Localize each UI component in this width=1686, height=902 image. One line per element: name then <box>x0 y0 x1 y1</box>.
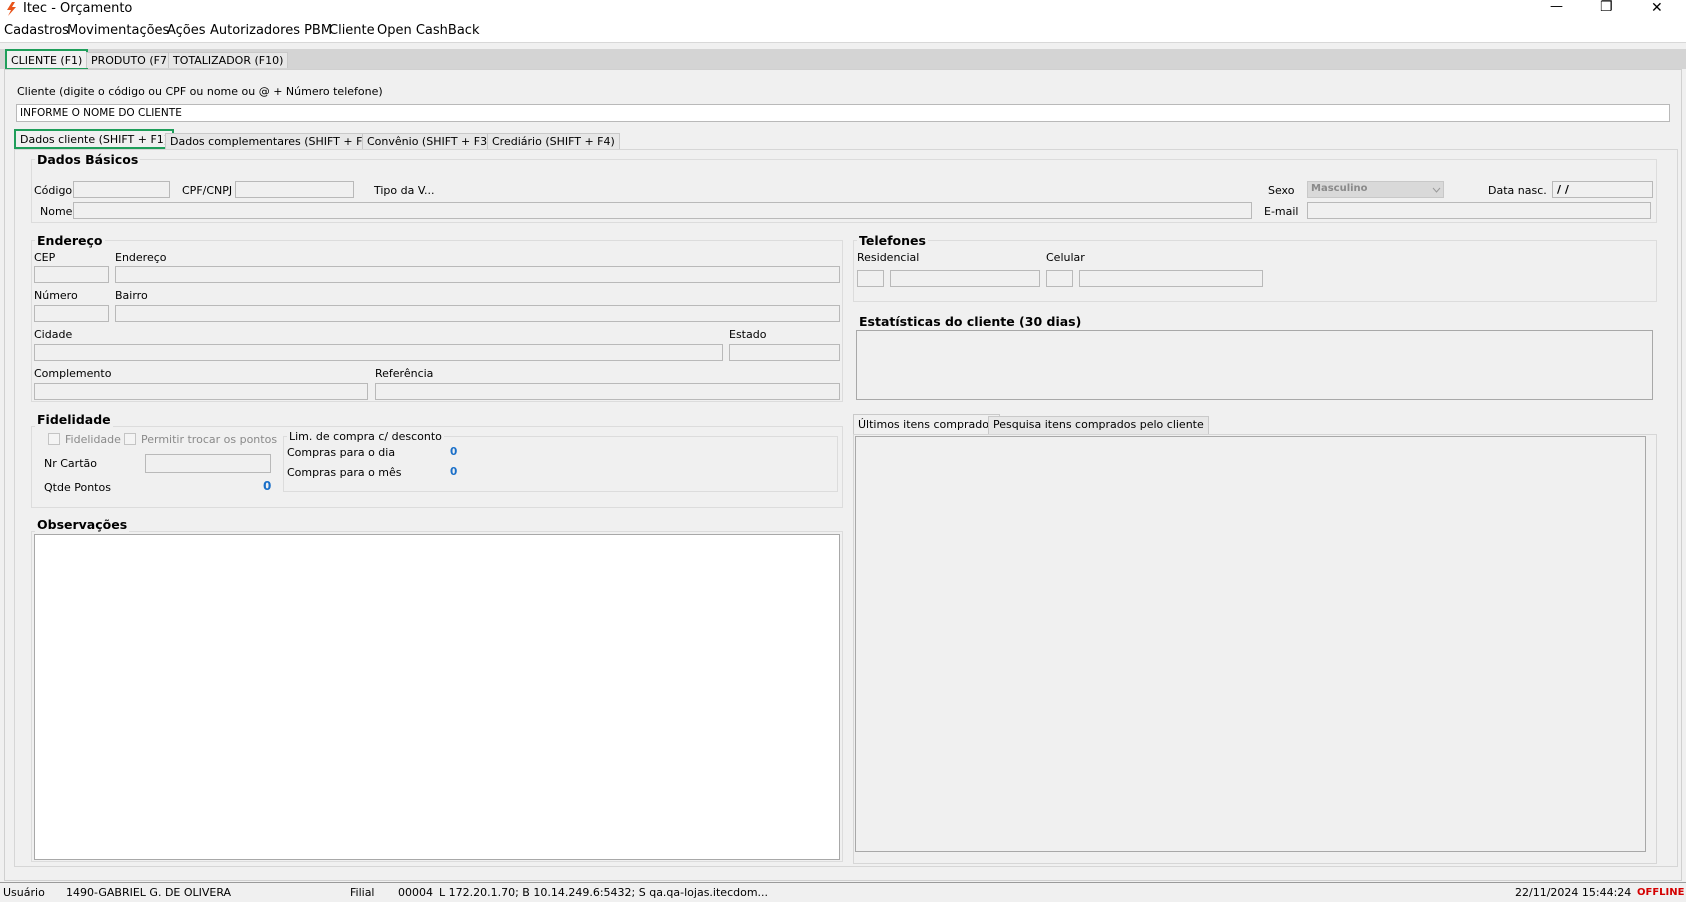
status-filial-label: Filial <box>350 886 375 899</box>
cpf-field[interactable] <box>235 181 354 198</box>
status-bar <box>0 882 1686 902</box>
tab-totalizador-label: TOTALIZADOR (F10) <box>173 54 284 67</box>
estado-field[interactable] <box>729 344 840 361</box>
data-nasc-field[interactable]: / / <box>1552 181 1653 198</box>
endereco-label: Endereço <box>115 251 167 264</box>
subtab-crediario[interactable]: Crediário (SHIFT + F4) <box>487 133 620 149</box>
status-offline-badge: OFFLINE <box>1637 887 1685 898</box>
complemento-label: Complemento <box>34 367 112 380</box>
sexo-select[interactable]: Masculino <box>1307 181 1444 198</box>
telefones-title: Telefones <box>857 233 928 248</box>
residencial-field[interactable] <box>890 270 1040 287</box>
compras-dia-value: 0 <box>450 446 458 458</box>
menu-acoes[interactable]: Ações <box>167 23 206 38</box>
subtab-dados-cliente[interactable]: Dados cliente (SHIFT + F1) <box>14 129 175 149</box>
status-usuario-label: Usuário <box>3 886 45 899</box>
itens-list[interactable] <box>855 436 1646 852</box>
data-nasc-label: Data nasc. <box>1488 184 1547 197</box>
cep-field[interactable] <box>34 266 109 283</box>
lim-compra-title: Lim. de compra c/ desconto <box>287 430 444 443</box>
compras-mes-label: Compras para o mês <box>287 466 402 479</box>
estatisticas-title: Estatísticas do cliente (30 dias) <box>857 314 1084 329</box>
subtab-dados-cliente-label: Dados cliente (SHIFT + F1) <box>20 133 169 146</box>
email-label: E-mail <box>1264 205 1299 218</box>
trocar-pontos-checkbox[interactable] <box>124 433 136 445</box>
tipo-label: Tipo da V... <box>374 184 435 197</box>
tab-produto-label: PRODUTO (F7) <box>91 54 172 67</box>
status-usuario-value: 1490-GABRIEL G. DE OLIVERA <box>66 886 232 899</box>
numero-label: Número <box>34 289 78 302</box>
maximize-icon[interactable]: ❐ <box>1600 0 1613 15</box>
numero-field[interactable] <box>34 305 109 322</box>
residencial-ddd-field[interactable] <box>857 270 884 287</box>
cidade-label: Cidade <box>34 328 73 341</box>
subtab-dados-complementares-label: Dados complementares (SHIFT + F2) <box>170 135 374 148</box>
tab-produto[interactable]: PRODUTO (F7) <box>86 52 177 68</box>
referencia-label: Referência <box>375 367 434 380</box>
subtab-crediario-label: Crediário (SHIFT + F4) <box>492 135 615 148</box>
subtab-dados-complementares[interactable]: Dados complementares (SHIFT + F2) <box>165 133 379 149</box>
menu-movimentacoes[interactable]: Movimentações <box>67 23 169 38</box>
title-bar: Itec - Orçamento — ❐ ✕ <box>0 0 1686 19</box>
bairro-label: Bairro <box>115 289 148 302</box>
minimize-icon[interactable]: — <box>1550 0 1563 14</box>
dados-basicos-title: Dados Básicos <box>35 152 141 167</box>
trocar-pontos-label: Permitir trocar os pontos <box>141 433 278 446</box>
compras-mes-value: 0 <box>450 466 458 478</box>
tab-pesquisa-itens-label: Pesquisa itens comprados pelo cliente <box>993 418 1204 431</box>
app-logo-icon <box>7 2 16 16</box>
codigo-label: Código <box>34 184 73 197</box>
sexo-label: Sexo <box>1268 184 1295 197</box>
tab-totalizador[interactable]: TOTALIZADOR (F10) <box>168 52 289 68</box>
tab-ultimos-itens-label: Últimos itens comprados <box>858 418 995 431</box>
observacoes-textarea[interactable] <box>34 534 840 860</box>
tab-ultimos-itens[interactable]: Últimos itens comprados <box>853 414 1000 434</box>
qtde-pontos-label: Qtde Pontos <box>44 481 111 494</box>
compras-dia-label: Compras para o dia <box>287 446 396 459</box>
fidelidade-checkbox-label: Fidelidade <box>65 433 121 446</box>
celular-field[interactable] <box>1079 270 1263 287</box>
menu-open-cashback[interactable]: Open CashBack <box>377 23 479 38</box>
codigo-field[interactable] <box>73 181 170 198</box>
endereco-title: Endereço <box>35 233 105 248</box>
tab-pesquisa-itens[interactable]: Pesquisa itens comprados pelo cliente <box>988 416 1209 434</box>
estatisticas-box <box>856 330 1653 400</box>
referencia-field[interactable] <box>375 383 840 400</box>
residencial-label: Residencial <box>857 251 920 264</box>
bairro-field[interactable] <box>115 305 840 322</box>
client-search-input[interactable]: INFORME O NOME DO CLIENTE <box>16 104 1670 122</box>
cidade-field[interactable] <box>34 344 723 361</box>
fidelidade-title: Fidelidade <box>35 412 113 427</box>
status-connection: L 172.20.1.70; B 10.14.249.6:5432; S qa.… <box>439 886 769 899</box>
subtab-convenio[interactable]: Convênio (SHIFT + F3) <box>362 133 497 149</box>
status-datetime: 22/11/2024 15:44:24 <box>1515 886 1632 899</box>
cep-label: CEP <box>34 251 56 264</box>
cpf-label: CPF/CNPJ <box>182 184 233 197</box>
complemento-field[interactable] <box>34 383 368 400</box>
status-filial-value: 00004 <box>398 886 433 899</box>
client-search-label: Cliente (digite o código ou CPF ou nome … <box>17 85 383 98</box>
fidelidade-checkbox[interactable] <box>48 433 60 445</box>
email-field[interactable] <box>1307 202 1651 219</box>
qtde-pontos-value: 0 <box>263 479 272 493</box>
tab-cliente-label: CLIENTE (F1) <box>11 54 83 67</box>
close-icon[interactable]: ✕ <box>1651 0 1663 16</box>
nr-cartao-label: Nr Cartão <box>44 457 97 470</box>
nr-cartao-field[interactable] <box>145 454 271 473</box>
observacoes-title: Observações <box>35 517 130 532</box>
menu-cliente[interactable]: Cliente <box>329 23 375 38</box>
celular-label: Celular <box>1046 251 1085 264</box>
tab-cliente[interactable]: CLIENTE (F1) <box>5 49 89 70</box>
menu-cadastros[interactable]: Cadastros <box>4 23 69 38</box>
lim-compra-group <box>283 436 838 492</box>
window-title: Itec - Orçamento <box>23 1 133 16</box>
endereco-field[interactable] <box>115 266 840 283</box>
menu-autorizadores-pbm[interactable]: Autorizadores PBM <box>210 23 332 38</box>
nome-field[interactable] <box>73 202 1252 219</box>
chevron-down-icon <box>1432 187 1441 193</box>
nome-label: Nome <box>40 205 73 218</box>
celular-ddd-field[interactable] <box>1046 270 1073 287</box>
estado-label: Estado <box>729 328 767 341</box>
subtab-convenio-label: Convênio (SHIFT + F3) <box>367 135 492 148</box>
